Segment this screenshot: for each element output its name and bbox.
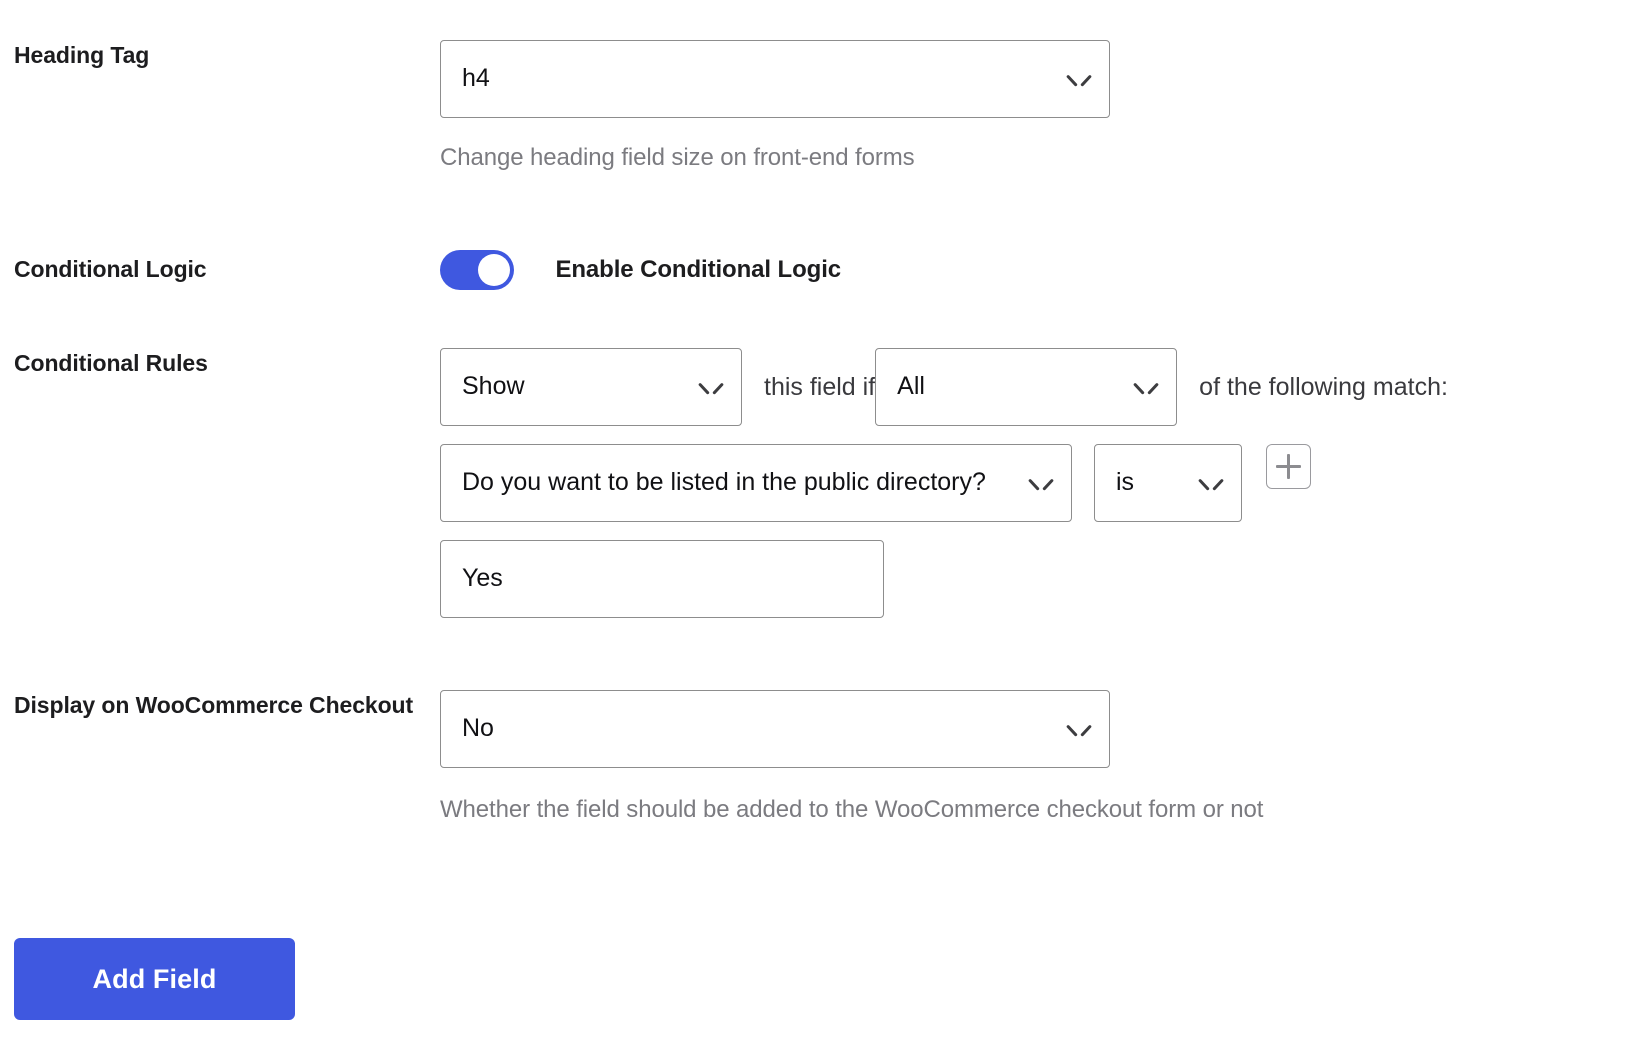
chevron-down-icon — [1135, 381, 1157, 394]
conditional-rule-line: Do you want to be listed in the public d… — [440, 444, 1643, 522]
chevron-down-icon — [1200, 477, 1222, 490]
chevron-down-icon — [700, 381, 722, 394]
conditional-rule-match-select[interactable]: All — [875, 348, 1178, 426]
woocommerce-checkout-row: Display on WooCommerce Checkout No Wheth… — [0, 690, 1643, 825]
conditional-rule-action-value: Show — [462, 372, 525, 400]
heading-tag-label-column: Heading Tag — [0, 40, 440, 71]
conditional-rules-label: Conditional Rules — [14, 350, 208, 376]
heading-tag-select[interactable]: h4 — [440, 40, 1110, 118]
conditional-rule-value-input[interactable]: Yes — [440, 540, 884, 618]
conditional-rule-value-line: Yes — [440, 540, 1643, 618]
heading-tag-helper-text: Change heading field size on front-end f… — [440, 144, 915, 171]
conditional-logic-label-column: Conditional Logic — [0, 254, 440, 285]
conditional-logic-row: Conditional Logic Enable Conditional Log… — [0, 250, 1643, 290]
conditional-rules-row: Conditional Rules Show this field if All… — [0, 348, 1643, 618]
woocommerce-helper-text: Whether the field should be added to the… — [440, 796, 1264, 823]
conditional-rules-text-after: of the following match: — [1199, 373, 1448, 401]
conditional-rule-action-select[interactable]: Show — [440, 348, 742, 426]
conditional-rules-label-column: Conditional Rules — [0, 348, 440, 379]
conditional-rule-field-select[interactable]: Do you want to be listed in the public d… — [440, 444, 1072, 522]
conditional-logic-label: Conditional Logic — [14, 256, 207, 283]
enable-conditional-logic-label: Enable Conditional Logic — [555, 256, 842, 283]
chevron-down-icon — [1068, 73, 1090, 86]
add-conditional-rule-button[interactable] — [1266, 444, 1311, 489]
woocommerce-checkout-select-value: No — [462, 714, 494, 742]
conditional-rule-field-value: Do you want to be listed in the public d… — [462, 468, 986, 496]
heading-tag-select-value: h4 — [462, 64, 490, 92]
woocommerce-checkout-select[interactable]: No — [440, 690, 1110, 768]
conditional-rule-match-value: All — [897, 372, 925, 400]
chevron-down-icon — [1068, 723, 1090, 736]
heading-tag-control-column: h4 Change heading field size on front-en… — [440, 40, 1643, 173]
conditional-logic-control-column: Enable Conditional Logic — [440, 250, 1643, 290]
add-field-button[interactable]: Add Field — [14, 938, 295, 1020]
toggle-knob — [478, 254, 510, 286]
conditional-rule-operator-select[interactable]: is — [1094, 444, 1242, 522]
conditional-rules-text-between: this field if — [764, 373, 876, 401]
conditional-rule-operator-value: is — [1116, 468, 1135, 496]
woocommerce-label-column: Display on WooCommerce Checkout — [0, 690, 440, 721]
woocommerce-control-column: No Whether the field should be added to … — [440, 690, 1643, 825]
heading-tag-row: Heading Tag h4 Change heading field size… — [0, 40, 1643, 173]
field-settings-panel: Heading Tag h4 Change heading field size… — [0, 0, 1643, 1041]
conditional-rules-control-column: Show this field if All of the following … — [440, 348, 1643, 618]
chevron-down-icon — [1030, 477, 1052, 490]
woocommerce-checkout-label: Display on WooCommerce Checkout — [14, 692, 414, 718]
heading-tag-label: Heading Tag — [14, 42, 150, 68]
conditional-rule-value-text: Yes — [462, 564, 503, 592]
conditional-rules-header-line: Show this field if All of the following … — [440, 348, 1643, 426]
enable-conditional-logic-toggle[interactable] — [440, 250, 514, 290]
